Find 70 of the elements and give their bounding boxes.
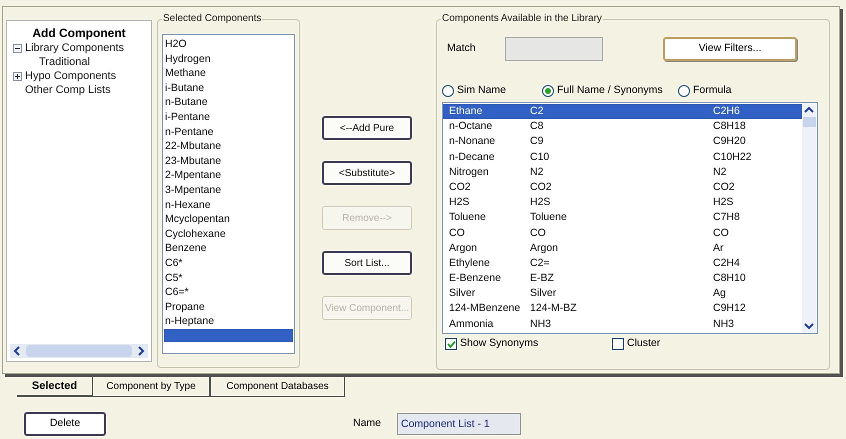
library-row[interactable]: Nitrogen N2 N2 (443, 164, 802, 180)
action-button[interactable]: <--Add Pure (322, 116, 412, 140)
horizontal-scrollbar[interactable] (10, 344, 148, 358)
checkbox-label: Cluster (627, 336, 660, 352)
list-item[interactable]: 2-Mpentane (163, 168, 294, 183)
library-row[interactable]: Ethylene C2= C2H4 (443, 256, 802, 272)
list-item[interactable]: C6=* (163, 285, 294, 300)
checkbox-label: Show Synonyms (460, 336, 538, 352)
library-row[interactable]: E-Benzene E-BZ C8H10 (443, 271, 802, 286)
list-item[interactable]: i-Pentane (163, 110, 294, 125)
group-title: Selected Components (162, 12, 262, 26)
library-row[interactable]: n-Decane C10 C10H22 (443, 150, 802, 165)
delete-button[interactable]: Delete (24, 412, 106, 436)
list-item[interactable]: Hydrogen (163, 52, 294, 66)
list-item[interactable]: 22-Mbutane (163, 139, 294, 154)
library-row[interactable]: Ethane C2 C2H6 (443, 104, 802, 120)
tab[interactable]: Component Databases (210, 377, 345, 397)
list-item[interactable]: Cyclohexane (163, 226, 294, 242)
action-button[interactable]: <Substitute> (322, 161, 412, 185)
tab[interactable]: Component by Type (92, 377, 210, 397)
name-field[interactable]: Component List - 1 (397, 413, 521, 435)
library-row[interactable]: H2S H2S H2S (443, 195, 802, 210)
vertical-scrollbar[interactable] (802, 103, 817, 333)
action-button[interactable]: Sort List... (322, 251, 412, 275)
radio-button[interactable] (542, 85, 554, 97)
library-row[interactable]: Toluene Toluene C7H8 (443, 210, 802, 226)
list-item[interactable]: H2O (163, 37, 294, 52)
tree-item[interactable]: Traditional (39, 55, 90, 69)
list-item[interactable]: Benzene (163, 241, 294, 256)
checkbox[interactable] (612, 338, 624, 350)
expand-icon[interactable] (13, 72, 22, 80)
panel-title: Add Component (32, 26, 126, 40)
tree-item[interactable]: Hypo Components (25, 69, 116, 83)
library-row[interactable]: n-Nonane C9 C9H20 (443, 134, 802, 150)
field-label: Match (447, 41, 477, 56)
group-title: Components Available in the Library (441, 12, 603, 26)
tree-item[interactable]: Other Comp Lists (25, 83, 111, 97)
checkbox[interactable] (445, 338, 457, 350)
option-label: Sim Name (457, 83, 506, 98)
scrollbar-thumb[interactable] (803, 117, 816, 127)
view-filters-button[interactable]: View Filters... (663, 37, 797, 61)
option-label: Full Name / Synonyms (557, 83, 663, 98)
list-item[interactable]: Mcyclopentan (163, 212, 294, 227)
list-item[interactable]: C5* (163, 270, 294, 286)
list-item[interactable]: i-Butane (163, 80, 294, 96)
selected-row[interactable] (164, 328, 293, 342)
scrollbar-thumb[interactable] (26, 345, 132, 357)
library-row[interactable]: Ammonia NH3 NH3 (443, 316, 802, 332)
collapse-icon[interactable] (13, 44, 22, 52)
list-item[interactable]: n-Heptane (163, 314, 294, 329)
library-row[interactable]: Argon Argon Ar (443, 240, 802, 256)
library-row[interactable]: n-Octane C8 C8H18 (443, 119, 802, 134)
library-row[interactable]: CO CO CO (443, 226, 802, 241)
match-field[interactable] (505, 37, 603, 61)
list-item[interactable]: Propane (163, 300, 294, 314)
option-label: Formula (693, 83, 732, 98)
tree-item[interactable]: Library Components (25, 41, 124, 55)
library-row[interactable]: CO2 CO2 CO2 (443, 180, 802, 196)
field-label: Name (353, 416, 382, 432)
list-item[interactable]: 3-Mpentane (163, 182, 294, 198)
list-item[interactable]: Methane (163, 66, 294, 81)
list-item[interactable]: n-Pentane (163, 124, 294, 140)
list-item[interactable]: C6* (163, 256, 294, 270)
list-item[interactable]: 23-Mbutane (163, 154, 294, 168)
list-item[interactable]: n-Butane (163, 95, 294, 110)
radio-button[interactable] (442, 85, 454, 97)
library-row[interactable]: Silver Silver Ag (443, 286, 802, 302)
radio-button[interactable] (678, 85, 690, 97)
list-item[interactable]: n-Hexane (163, 198, 294, 212)
library-row[interactable]: 124-MBenzene 124-M-BZ C9H12 (443, 301, 802, 317)
